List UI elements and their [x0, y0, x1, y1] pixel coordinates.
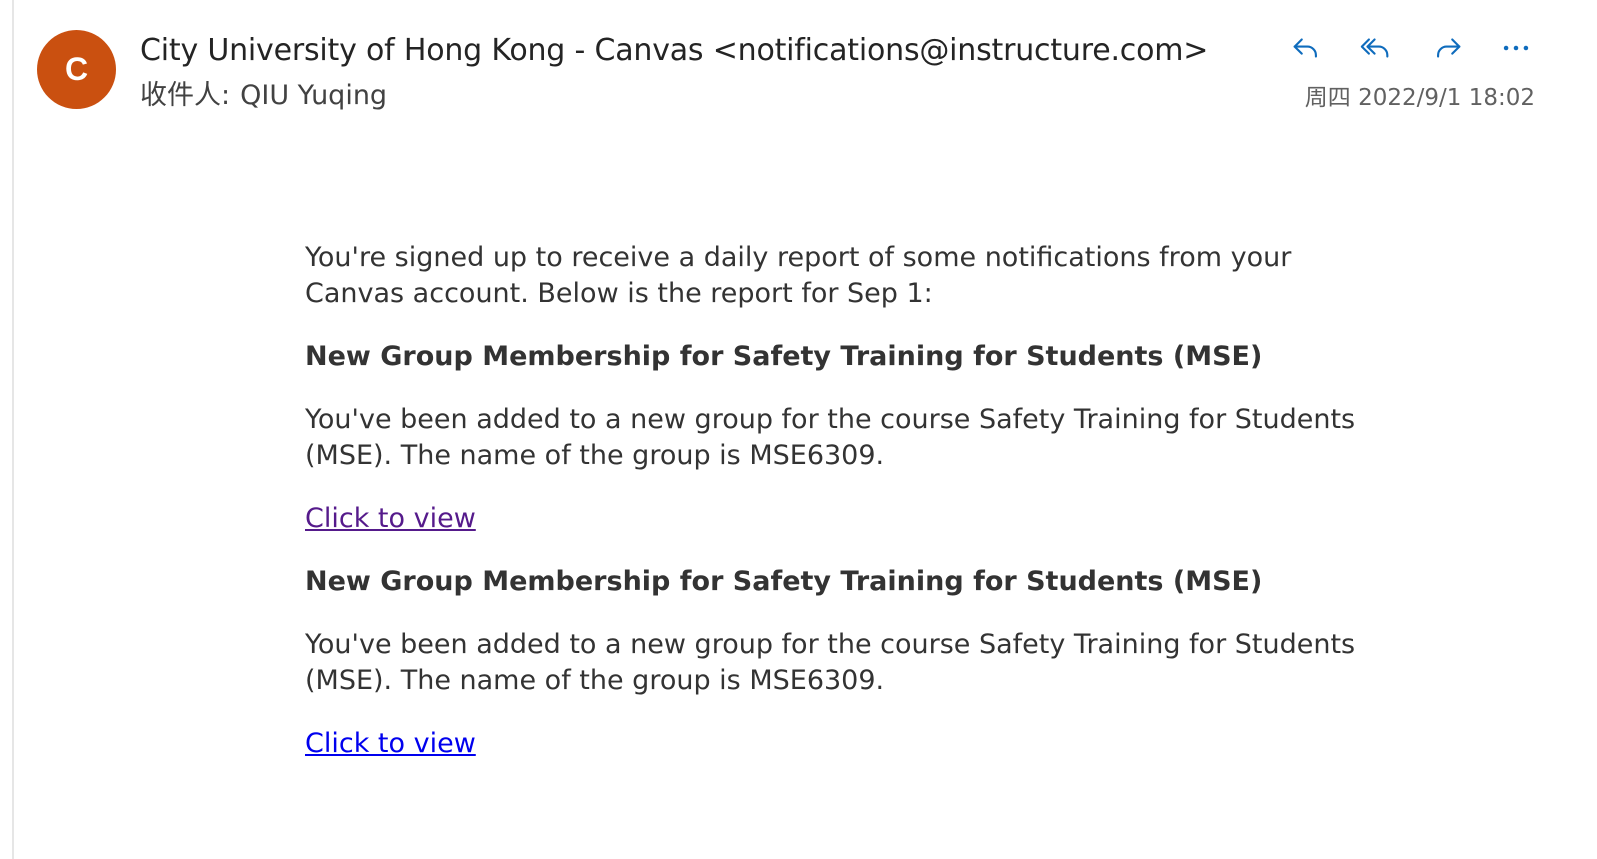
reply-all-button[interactable]: [1354, 28, 1398, 68]
forward-button[interactable]: [1426, 28, 1470, 68]
reading-pane-divider: [12, 0, 14, 859]
reply-button[interactable]: [1284, 28, 1328, 68]
message-body: You're signed up to receive a daily repo…: [305, 240, 1365, 789]
notification-heading: New Group Membership for Safety Training…: [305, 566, 1263, 597]
recipient-name[interactable]: QIU Yuqing: [240, 80, 387, 111]
avatar: C: [37, 30, 116, 109]
notification-text: You've been added to a new group for the…: [305, 629, 1356, 696]
reply-all-icon: [1360, 38, 1389, 58]
message-actions-toolbar: [1280, 28, 1550, 68]
recipient-line: 收件人: QIU Yuqing: [140, 77, 387, 115]
avatar-letter: C: [64, 51, 89, 87]
more-actions-button[interactable]: [1494, 28, 1538, 68]
reply-icon: [1293, 38, 1317, 58]
more-icon: [1503, 45, 1529, 51]
forward-icon: [1437, 38, 1461, 58]
intro-paragraph: You're signed up to receive a daily repo…: [305, 242, 1292, 309]
recipient-label: 收件人:: [140, 80, 231, 111]
sender-address[interactable]: City University of Hong Kong - Canvas <n…: [140, 30, 1208, 72]
message-timestamp: 周四 2022/9/1 18:02: [1304, 85, 1535, 111]
click-to-view-link[interactable]: Click to view: [305, 726, 476, 762]
notification-text: You've been added to a new group for the…: [305, 404, 1356, 471]
click-to-view-link[interactable]: Click to view: [305, 501, 476, 537]
notification-heading: New Group Membership for Safety Training…: [305, 341, 1263, 372]
